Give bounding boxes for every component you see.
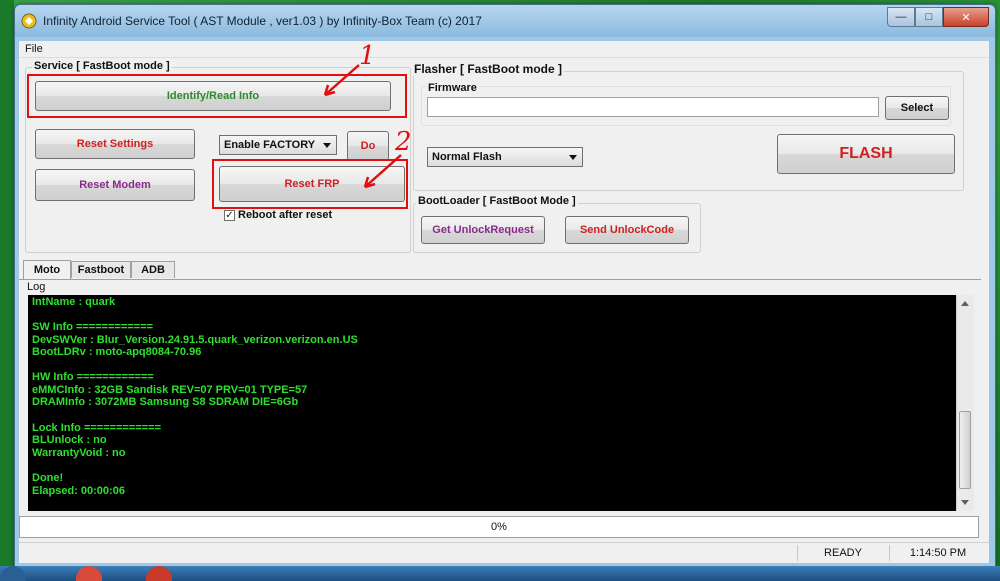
status-time: 1:14:50 PM xyxy=(889,545,986,561)
log-line: HW Info ============ xyxy=(32,371,154,383)
app-window: Infinity Android Service Tool ( AST Modu… xyxy=(14,4,996,567)
log-line: WarrantyVoid : no xyxy=(32,447,126,459)
chevron-down-icon xyxy=(569,155,577,160)
log-line: BLUnlock : no xyxy=(32,434,107,446)
reboot-after-reset-checkbox[interactable]: ✓ xyxy=(224,210,235,221)
flash-mode-select[interactable]: Normal Flash xyxy=(427,147,583,167)
annotation-arrow-1 xyxy=(323,64,360,97)
window-title: Infinity Android Service Tool ( AST Modu… xyxy=(43,14,482,28)
scroll-up-icon[interactable] xyxy=(961,301,969,306)
minimize-button[interactable]: — xyxy=(887,7,915,27)
menu-file[interactable]: File xyxy=(25,43,43,55)
menu-bar: File xyxy=(19,41,989,58)
taskbar-app-icon[interactable] xyxy=(146,566,172,581)
minimize-icon: — xyxy=(895,11,907,23)
scrollbar-thumb[interactable] xyxy=(959,411,971,489)
tab-moto[interactable]: Moto xyxy=(23,260,71,279)
scroll-down-icon[interactable] xyxy=(961,500,969,505)
flash-mode-select-value: Normal Flash xyxy=(432,151,502,163)
status-state: READY xyxy=(797,545,888,561)
status-bar: READY 1:14:50 PM xyxy=(19,542,989,563)
flash-button[interactable]: FLASH xyxy=(777,134,955,174)
reboot-after-reset-label: Reboot after reset xyxy=(238,209,333,221)
desktop-icon[interactable] xyxy=(0,350,12,364)
log-line: IntName : quark xyxy=(32,296,116,308)
maximize-button[interactable]: □ xyxy=(915,7,943,27)
log-line: BootLDRv : moto-apq8084-70.96 xyxy=(32,346,202,358)
client-area: File Service [ FastBoot mode ] Identify/… xyxy=(19,41,989,563)
bootloader-group-title: BootLoader [ FastBoot Mode ] xyxy=(416,195,578,207)
log-scrollbar[interactable] xyxy=(956,295,974,511)
send-unlock-code-button[interactable]: Send UnlockCode xyxy=(565,216,689,244)
firmware-path-input[interactable] xyxy=(427,97,879,117)
factory-mode-select[interactable]: Enable FACTORY xyxy=(219,135,337,155)
app-icon xyxy=(21,13,37,29)
reset-settings-button[interactable]: Reset Settings xyxy=(35,129,195,159)
factory-mode-select-value: Enable FACTORY xyxy=(224,139,316,151)
close-button[interactable]: ✕ xyxy=(943,7,989,27)
log-line: SW Info ============ xyxy=(32,321,154,333)
flasher-group-title: Flasher [ FastBoot mode ] xyxy=(412,62,565,76)
tab-fastboot[interactable]: Fastboot xyxy=(71,261,131,278)
select-firmware-button[interactable]: Select xyxy=(885,96,949,120)
desktop-icon[interactable] xyxy=(0,100,12,114)
log-console: IntName : quark SW Info ============ Dev… xyxy=(28,295,956,511)
progress-bar: 0% xyxy=(19,516,979,538)
taskbar-app-icon[interactable] xyxy=(76,566,102,581)
taskbar xyxy=(0,566,1000,581)
log-line: Elapsed: 00:00:06 xyxy=(32,485,125,497)
service-group-title: Service [ FastBoot mode ] xyxy=(32,60,172,72)
desktop-icon[interactable] xyxy=(0,30,12,44)
tab-adb[interactable]: ADB xyxy=(131,261,175,278)
log-line: Done! xyxy=(32,472,64,484)
window-controls: — □ ✕ xyxy=(887,7,989,27)
log-line: DRAMInfo : 3072MB Samsung S8 SDRAM DIE=6… xyxy=(32,396,299,408)
log-label: Log xyxy=(27,281,46,293)
annotation-arrow-2 xyxy=(363,154,402,189)
close-icon: ✕ xyxy=(961,11,971,24)
maximize-icon: □ xyxy=(925,11,933,23)
firmware-label: Firmware xyxy=(426,82,479,94)
progress-text: 0% xyxy=(491,521,507,533)
desktop-icon[interactable] xyxy=(0,240,12,254)
reset-modem-button[interactable]: Reset Modem xyxy=(35,169,195,201)
tab-panel-border xyxy=(19,279,981,280)
title-bar[interactable]: Infinity Android Service Tool ( AST Modu… xyxy=(15,5,995,37)
desktop-icon[interactable] xyxy=(0,430,12,444)
start-orb-icon[interactable] xyxy=(0,566,26,581)
desktop-icon[interactable] xyxy=(0,170,12,184)
chevron-down-icon xyxy=(323,143,331,148)
get-unlock-request-button[interactable]: Get UnlockRequest xyxy=(421,216,545,244)
desktop-icon-strip xyxy=(0,0,14,581)
